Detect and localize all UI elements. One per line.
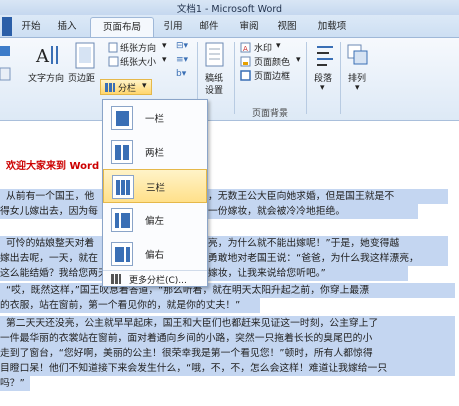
text-direction-icon[interactable]: A <box>34 42 62 68</box>
document-heading: 欢迎大家来到 Word <box>6 161 100 172</box>
text-direction-label[interactable]: 文字方向 <box>28 71 64 84</box>
text-line: 得女儿嫁出去，因为每 <box>0 204 102 219</box>
text-line: 亮，为什么就不能出嫁呢！”于是，她变得越 <box>208 236 448 251</box>
left-column-icon <box>111 208 133 232</box>
columns-option-right[interactable]: 偏右 <box>103 237 207 271</box>
size-button[interactable]: 纸张大小 <box>120 55 156 68</box>
page-color-icon <box>240 56 251 67</box>
tab-view[interactable]: 视图 <box>270 17 304 36</box>
watermark-icon: A <box>240 42 251 53</box>
columns-dropdown: 一栏 两栏 三栏 偏左 偏右 更多分栏(C)... <box>102 99 208 287</box>
breaks-icon[interactable]: ⊟▾ <box>176 41 188 51</box>
watermark-button[interactable]: 水印 <box>254 41 272 54</box>
option-label: 两栏 <box>145 148 165 159</box>
arrange-icon[interactable] <box>346 42 370 68</box>
ribbon: A 文字方向 页边距 纸张方向 ▾ 纸张大小 ▾ 分栏 ▾ ⊟▾ ≡▾ b▾ 稿… <box>0 38 459 121</box>
manuscript-label-2[interactable]: 设置 <box>205 83 223 96</box>
text-line: 一份嫁妆，就会被冷冷地拒绝。 <box>208 204 418 219</box>
chevron-down-icon[interactable]: ▾ <box>320 83 325 93</box>
chevron-down-icon: ▾ <box>142 81 147 91</box>
chevron-down-icon[interactable]: ▾ <box>276 41 281 51</box>
columns-option-two[interactable]: 两栏 <box>103 135 207 169</box>
right-column-icon <box>111 242 133 266</box>
text-line: 目瞪口呆！他们不知道接下来会发生什么，“哦，不，不，怎么会这样！难道让我嫁给一只 <box>0 361 455 376</box>
page-border-icon <box>240 70 251 81</box>
title-bar: 文档1 - Microsoft Word <box>0 0 459 15</box>
text-line: 吗？” <box>0 376 30 391</box>
text-line: 的衣服，站在窗前，第一个看见你的，就是你的丈夫！” <box>0 298 260 313</box>
tab-mailings[interactable]: 邮件 <box>192 17 226 36</box>
line-numbers-icon[interactable]: ≡▾ <box>176 55 188 65</box>
more-columns-item[interactable]: 更多分栏(C)... <box>103 270 207 287</box>
text-line: 第二天天还没亮，公主就早早起床，国王和大臣们也都赶来见证这一时刻，公主穿上了 <box>0 316 455 331</box>
text-line: 嫁出去呢，一天，就在 <box>0 251 102 266</box>
columns-settings-icon <box>111 274 121 284</box>
columns-option-three[interactable]: 三栏 <box>103 169 207 203</box>
tab-review[interactable]: 审阅 <box>232 17 266 36</box>
option-label: 偏右 <box>145 250 165 261</box>
option-label: 偏左 <box>145 216 165 227</box>
page-color-button[interactable]: 页面颜色 <box>254 55 290 68</box>
svg-text:A: A <box>35 46 50 67</box>
manuscript-icon[interactable] <box>205 42 225 68</box>
orientation-icon <box>108 42 118 53</box>
text-line: 嫁妆，让我来说给您听吧。” <box>208 266 408 281</box>
chevron-down-icon[interactable]: ▾ <box>162 55 167 65</box>
orientation-button[interactable]: 纸张方向 <box>120 41 156 54</box>
document-area[interactable]: 欢迎大家来到 Word 从前有一个国王，他 得女儿嫁出去，因为每 可怜的姑娘整天… <box>0 121 459 406</box>
columns-icon <box>105 83 115 92</box>
tab-insert[interactable]: 插入 <box>50 17 84 36</box>
file-tab[interactable] <box>2 17 12 36</box>
more-columns-label: 更多分栏(C)... <box>129 276 187 286</box>
window-title: 文档1 - Microsoft Word <box>176 4 283 15</box>
text-line: 走到了窗台，“您好啊，美丽的公主！很荣幸我是第一个看见您！”顿时，所有人都惊得 <box>0 346 455 361</box>
text-line: 勇敢地对老国王说：“爸爸，为什么我这样漂亮， <box>208 251 448 266</box>
chevron-down-icon[interactable]: ▾ <box>296 55 301 65</box>
hyphenation-icon[interactable]: b▾ <box>176 69 186 79</box>
columns-label: 分栏 <box>118 84 137 94</box>
svg-text:A: A <box>243 45 248 53</box>
page-border-button[interactable]: 页面边框 <box>254 69 290 82</box>
size-icon <box>108 56 119 67</box>
chevron-down-icon[interactable]: ▾ <box>355 83 360 93</box>
columns-option-one[interactable]: 一栏 <box>103 101 207 135</box>
text-line: 这么能结婚？我给您两天 <box>0 266 102 281</box>
option-label: 一栏 <box>145 114 165 125</box>
margins-label[interactable]: 页边距 <box>68 71 95 84</box>
text-line: 一件最华丽的衣裳站在窗前，面对着通向乡间的小路，突然一只拖着长长的臭尾巴的小 <box>0 331 455 346</box>
option-label: 三栏 <box>146 183 166 194</box>
text-line: ，无数王公大臣向她求婚，但是国王就是不 <box>208 189 448 204</box>
one-column-icon <box>111 106 133 130</box>
page-background-group-label: 页面背景 <box>252 109 289 119</box>
three-columns-icon <box>112 175 134 199</box>
ribbon-tabs: 开始 插入 页面布局 引用 邮件 审阅 视图 加载项 <box>0 15 459 38</box>
margins-icon[interactable] <box>74 42 96 70</box>
themes-icon[interactable] <box>0 44 14 84</box>
tab-page-layout[interactable]: 页面布局 <box>90 17 154 37</box>
text-line: 从前有一个国王，他 <box>0 189 108 204</box>
tab-addins[interactable]: 加载项 <box>310 17 354 36</box>
two-columns-icon <box>111 140 133 164</box>
text-line: 可怜的姑娘整天对着 <box>0 236 108 251</box>
paragraph-icon[interactable] <box>314 42 336 68</box>
text-line: “哎，既然这样，”国王叹息着答道，“那么听着，就在明天太阳升起之前，你穿上最漂 <box>0 283 455 298</box>
chevron-down-icon[interactable]: ▾ <box>162 41 167 51</box>
columns-option-left[interactable]: 偏左 <box>103 203 207 237</box>
tab-home[interactable]: 开始 <box>14 17 48 36</box>
tab-references[interactable]: 引用 <box>156 17 190 36</box>
